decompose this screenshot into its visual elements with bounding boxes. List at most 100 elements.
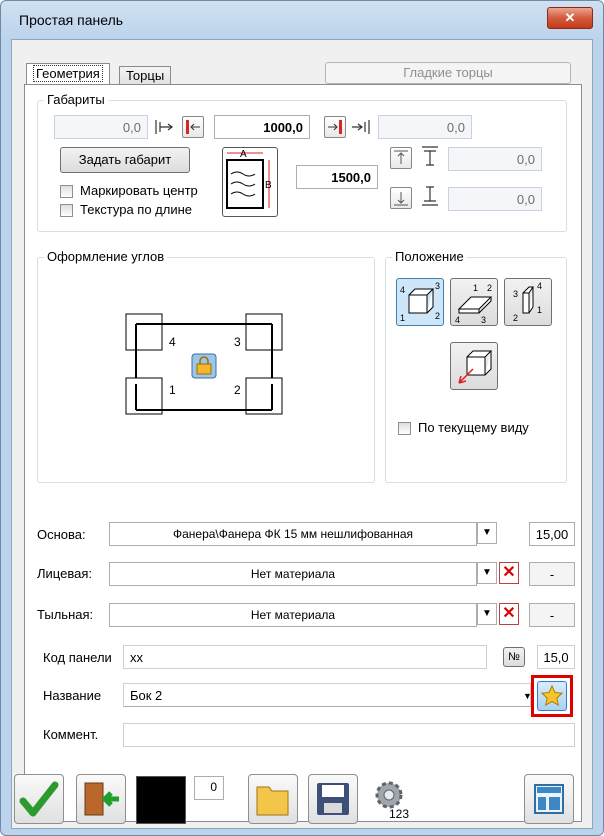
size-diagram-button[interactable]: A B bbox=[222, 147, 278, 217]
svg-text:4: 4 bbox=[455, 315, 460, 325]
texture-length-checkbox[interactable] bbox=[60, 204, 73, 217]
svg-text:4: 4 bbox=[537, 281, 542, 291]
corner-1-box[interactable] bbox=[125, 377, 163, 415]
position-group: Положение 4 3 1 2 1 2 4 3 3 4 2 1 По тек… bbox=[385, 249, 567, 483]
panel-code-field[interactable]: xx bbox=[123, 645, 487, 669]
svg-text:3: 3 bbox=[513, 289, 518, 299]
svg-text:1: 1 bbox=[473, 283, 478, 293]
orientation-2-icon: 1 2 4 3 bbox=[455, 283, 493, 325]
comment-field[interactable] bbox=[123, 723, 575, 747]
set-size-button[interactable]: Задать габарит bbox=[60, 147, 190, 173]
title-bar[interactable]: Простая панель ✕ bbox=[1, 1, 603, 39]
svg-text:2: 2 bbox=[487, 283, 492, 293]
back-thickness: - bbox=[529, 603, 575, 627]
view-direction-button[interactable] bbox=[450, 342, 498, 390]
corners-group-title: Оформление углов bbox=[44, 249, 168, 264]
align-left-button[interactable] bbox=[182, 116, 204, 138]
diagram-b-label: B bbox=[265, 180, 272, 191]
svg-text:3: 3 bbox=[481, 315, 486, 325]
size-diagram-icon: A B bbox=[226, 149, 272, 209]
svg-text:2: 2 bbox=[513, 313, 518, 323]
folder-icon bbox=[256, 786, 289, 816]
back-material-label: Тыльная: bbox=[37, 607, 94, 622]
corners-group: Оформление углов 4 3 1 2 bbox=[37, 249, 375, 483]
clear-x-icon: ✕ bbox=[502, 564, 516, 581]
panel-view-button[interactable] bbox=[524, 774, 574, 824]
corner-3-box[interactable] bbox=[245, 313, 283, 351]
orientation-1-button[interactable]: 4 3 1 2 bbox=[396, 278, 444, 326]
tab-geometry[interactable]: Геометрия bbox=[26, 63, 110, 85]
base-thickness: 15,00 bbox=[529, 522, 575, 546]
counter-field[interactable]: 0 bbox=[194, 776, 224, 800]
top-offset-field[interactable]: 0,0 bbox=[448, 147, 542, 171]
position-group-title: Положение bbox=[392, 249, 467, 264]
color-swatch[interactable] bbox=[136, 776, 186, 824]
bottom-edge-dim-icon bbox=[422, 186, 438, 206]
svg-text:1: 1 bbox=[537, 305, 542, 315]
dialog-window: Простая панель ✕ Геометрия Торцы Гладкие… bbox=[0, 0, 604, 836]
left-offset-field[interactable]: 0,0 bbox=[54, 115, 148, 139]
chevron-down-icon: ▼ bbox=[482, 567, 492, 578]
orientation-3-button[interactable]: 3 4 2 1 bbox=[504, 278, 552, 326]
mark-center-checkbox[interactable] bbox=[60, 185, 73, 198]
align-right-button[interactable] bbox=[324, 116, 346, 138]
floppy-disk-icon bbox=[317, 783, 349, 815]
align-top-icon bbox=[394, 150, 408, 164]
svg-text:1: 1 bbox=[400, 313, 405, 323]
tab-edges-label: Торцы bbox=[126, 68, 165, 83]
tab-edges[interactable]: Торцы bbox=[119, 66, 172, 85]
svg-text:3: 3 bbox=[435, 281, 440, 291]
align-left-icon bbox=[186, 120, 200, 134]
panel-thickness: 15,0 bbox=[537, 645, 575, 669]
window-title: Простая панель bbox=[19, 12, 124, 28]
face-material-label: Лицевая: bbox=[37, 566, 92, 581]
lock-icon[interactable] bbox=[191, 353, 217, 379]
highlight-box bbox=[531, 675, 573, 717]
calculate-button[interactable]: 123 bbox=[368, 774, 418, 824]
name-label: Название bbox=[43, 688, 102, 703]
open-folder-button[interactable] bbox=[248, 774, 298, 824]
corners-diagram[interactable]: 4 3 1 2 bbox=[124, 312, 288, 422]
close-button[interactable]: ✕ bbox=[547, 7, 593, 29]
orientation-3-icon: 3 4 2 1 bbox=[513, 281, 542, 323]
corner-2-box[interactable] bbox=[245, 377, 283, 415]
number-button[interactable]: № bbox=[503, 647, 525, 667]
clear-x-icon: ✕ bbox=[502, 605, 516, 622]
exit-button[interactable] bbox=[76, 774, 126, 824]
back-material-dropdown[interactable]: ▼ bbox=[477, 603, 497, 625]
top-edge-dim-icon bbox=[422, 146, 438, 166]
corner-label-3: 3 bbox=[234, 335, 241, 349]
close-icon: ✕ bbox=[564, 10, 576, 25]
bottom-offset-field[interactable]: 0,0 bbox=[448, 187, 542, 211]
width-field[interactable]: 1000,0 bbox=[214, 115, 310, 139]
name-combo[interactable]: Бок 2 bbox=[123, 683, 531, 707]
face-material-combo[interactable]: Нет материала bbox=[109, 562, 477, 586]
align-top-button[interactable] bbox=[390, 147, 412, 169]
left-edge-dim-icon bbox=[155, 120, 173, 134]
align-bottom-button[interactable] bbox=[390, 187, 412, 209]
back-material-clear-button[interactable]: ✕ bbox=[499, 603, 519, 625]
corner-4-box[interactable] bbox=[125, 313, 163, 351]
panel-code-label: Код панели bbox=[43, 650, 112, 665]
ok-button[interactable] bbox=[14, 774, 64, 824]
by-current-view-label: По текущему виду bbox=[418, 420, 529, 435]
right-offset-field[interactable]: 0,0 bbox=[378, 115, 472, 139]
dimensions-group: Габариты 0,0 1000,0 0,0 Задать габарит М… bbox=[37, 92, 567, 232]
checkmark-icon bbox=[19, 781, 59, 817]
back-material-combo[interactable]: Нет материала bbox=[109, 603, 477, 627]
texture-length-label: Текстура по длине bbox=[80, 202, 193, 217]
base-material-combo[interactable]: Фанера\Фанера ФК 15 мм нешлифованная bbox=[109, 522, 477, 546]
smooth-edges-button[interactable]: Гладкие торцы bbox=[325, 62, 571, 84]
base-material-label: Основа: bbox=[37, 527, 86, 542]
save-button[interactable] bbox=[308, 774, 358, 824]
face-material-clear-button[interactable]: ✕ bbox=[499, 562, 519, 584]
tab-page-geometry: Габариты 0,0 1000,0 0,0 Задать габарит М… bbox=[24, 84, 582, 822]
orientation-2-button[interactable]: 1 2 4 3 bbox=[450, 278, 498, 326]
base-material-dropdown[interactable]: ▼ bbox=[477, 522, 497, 544]
by-current-view-checkbox[interactable] bbox=[398, 422, 411, 435]
calc-label: 123 bbox=[389, 807, 410, 821]
face-material-dropdown[interactable]: ▼ bbox=[477, 562, 497, 584]
height-field[interactable]: 1500,0 bbox=[296, 165, 378, 189]
svg-text:2: 2 bbox=[435, 311, 440, 321]
face-thickness: - bbox=[529, 562, 575, 586]
